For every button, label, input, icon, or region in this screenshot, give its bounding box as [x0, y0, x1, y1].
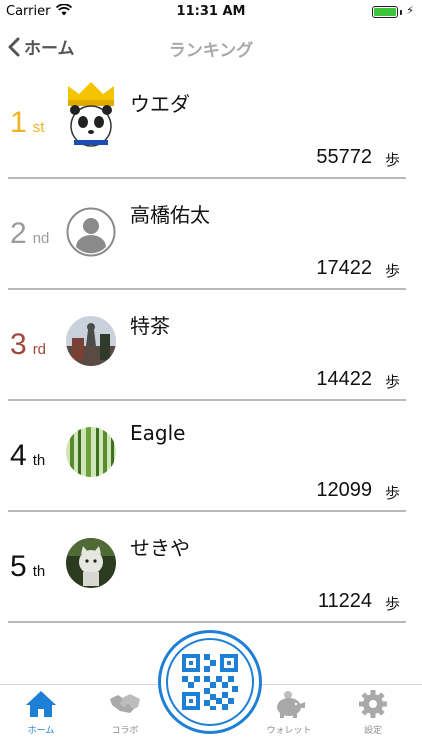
status-time: 11:31 AM [176, 4, 246, 19]
user-name: 高橋佑太 [130, 203, 210, 227]
step-unit: 歩 [384, 151, 400, 169]
tab-settings[interactable]: 設定 [338, 689, 408, 736]
tab-collab-label: コラボ [111, 726, 139, 736]
rank-suffix: st [32, 119, 45, 136]
rank-suffix: th [32, 452, 46, 469]
bamboo-photo-avatar [66, 427, 116, 477]
rank-suffix: rd [32, 341, 47, 358]
rank-value: 1 [10, 106, 27, 139]
rank-value: 5 [10, 550, 27, 583]
statue-photo-avatar [66, 316, 116, 366]
step-unit: 歩 [384, 595, 400, 613]
ranking-list: 1 st ウエダ 55772 歩 2 nd 高橋佑太 17422 歩 3 rd 特茶… [0, 70, 422, 625]
tab-home-label: ホーム [27, 726, 55, 736]
cat-figure-avatar [66, 538, 116, 588]
rank-suffix: nd [32, 230, 50, 247]
divider [8, 288, 406, 290]
battery-cap [400, 10, 402, 15]
step-count: 12099 [316, 479, 372, 501]
navigation-bar: ホーム ランキング [0, 24, 422, 68]
ranking-row[interactable]: 2 nd 高橋佑太 17422 歩 [0, 181, 422, 292]
ranking-row[interactable]: 5 th せきや 11224 歩 [0, 514, 422, 625]
ranking-row[interactable]: 4 th Eagle 12099 歩 [0, 403, 422, 514]
piggy-bank-icon [277, 691, 305, 718]
step-count: 17422 [316, 257, 372, 279]
user-name: せきや [130, 536, 190, 560]
rank-number: 1 st [10, 106, 44, 140]
divider [8, 399, 406, 401]
charging-icon: ⚡ [406, 4, 414, 17]
tab-home[interactable]: ホーム [6, 689, 76, 736]
panda-king-avatar [64, 82, 118, 148]
qr-button-ring [166, 638, 254, 726]
tab-collab[interactable]: コラボ [90, 689, 160, 736]
ranking-row[interactable]: 1 st ウエダ 55772 歩 [0, 70, 422, 181]
rank-number: 3 rd [10, 328, 46, 362]
rank-number: 5 th [10, 550, 45, 584]
handshake-icon [110, 694, 140, 713]
user-name: Eagle [130, 421, 186, 445]
divider [8, 177, 406, 179]
tab-wallet-label: ウォレット [266, 726, 312, 736]
step-count: 11224 [317, 590, 372, 612]
rank-value: 2 [10, 217, 27, 250]
qr-code-icon [182, 654, 238, 710]
page-title: ランキング [168, 41, 254, 61]
rank-number: 2 nd [10, 217, 49, 251]
rank-value: 3 [10, 328, 27, 361]
step-unit: 歩 [384, 373, 400, 391]
divider [8, 510, 406, 512]
rank-suffix: th [32, 563, 46, 580]
default-person-avatar [66, 207, 116, 257]
rank-number: 4 th [10, 439, 45, 473]
step-unit: 歩 [384, 262, 400, 280]
status-bar: Carrier 11:31 AM ⚡ [0, 0, 422, 24]
battery-icon [372, 6, 398, 18]
gear-icon [359, 690, 387, 718]
user-name: ウエダ [130, 92, 190, 116]
tab-wallet[interactable]: ウォレット [254, 689, 324, 736]
qr-scan-button[interactable] [158, 630, 262, 734]
step-unit: 歩 [384, 484, 400, 502]
step-count: 55772 [316, 146, 372, 168]
ranking-row[interactable]: 3 rd 特茶 14422 歩 [0, 292, 422, 403]
tab-settings-label: 設定 [363, 726, 382, 736]
rank-value: 4 [10, 439, 27, 472]
step-count: 14422 [316, 368, 372, 390]
user-name: 特茶 [130, 314, 170, 338]
home-icon [26, 691, 56, 717]
divider [8, 621, 406, 623]
